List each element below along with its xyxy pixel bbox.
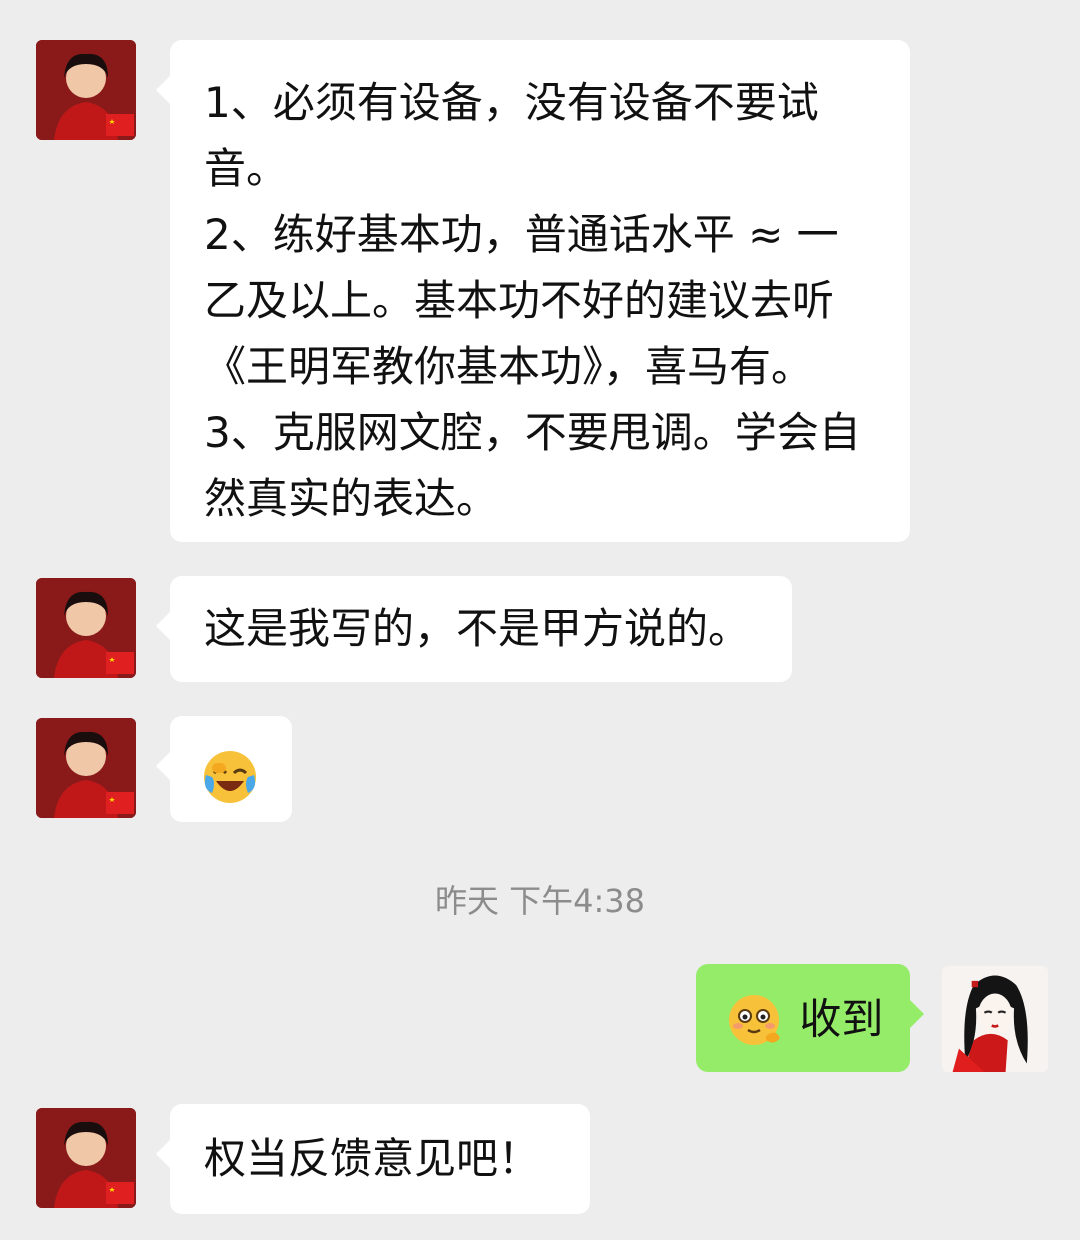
avatar[interactable]: [942, 966, 1048, 1072]
message-line: 然真实的表达。: [204, 474, 499, 523]
message-bubble[interactable]: 权当反馈意见吧！: [156, 1104, 590, 1214]
message-line: 乙及以上。基本功不好的建议去听: [204, 276, 835, 325]
message-text: 收到: [799, 994, 884, 1044]
avatar-illustration-icon: [942, 966, 1048, 1072]
message-bubble[interactable]: 这是我写的，不是甲方说的。: [156, 576, 792, 682]
message-text: 权当反馈意见吧！: [204, 1134, 541, 1183]
avatar[interactable]: [36, 578, 136, 678]
avatar-portrait-icon: [36, 718, 136, 818]
avatar[interactable]: [36, 718, 136, 818]
avatar[interactable]: [36, 40, 136, 140]
crying-laughing-emoji-icon: [202, 749, 258, 805]
avatar-portrait-icon: [36, 1108, 136, 1208]
message-line: 2、练好基本功，普通话水平 ≈ 一: [204, 210, 839, 259]
smiling-face-emoji-icon: [726, 992, 782, 1048]
message-bubble[interactable]: [156, 716, 292, 822]
message-line: 音。: [204, 144, 289, 193]
avatar-portrait-icon: [36, 40, 136, 140]
message-bubble[interactable]: 1、必须有设备，没有设备不要试 音。 2、练好基本功，普通话水平 ≈ 一 乙及以…: [156, 40, 910, 542]
message-line: 3、克服网文腔，不要甩调。学会自: [204, 408, 861, 457]
timestamp: 昨天 下午4:38: [434, 882, 646, 920]
message-line: 1、必须有设备，没有设备不要试: [204, 78, 819, 127]
message-text: 这是我写的，不是甲方说的。: [204, 604, 751, 653]
message-line: 《王明军教你基本功》，喜马有。: [204, 342, 814, 391]
avatar[interactable]: [36, 1108, 136, 1208]
avatar-portrait-icon: [36, 578, 136, 678]
message-bubble[interactable]: 收到: [696, 964, 924, 1072]
